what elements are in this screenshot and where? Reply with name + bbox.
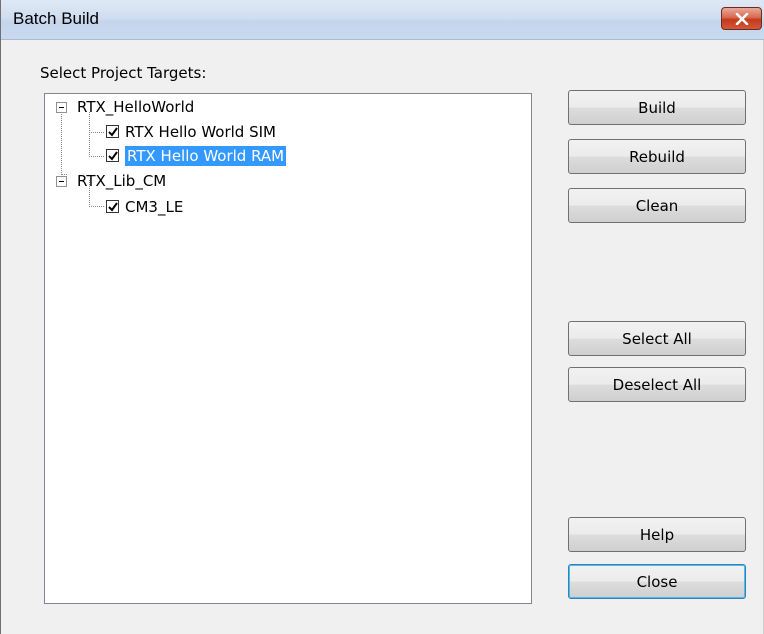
- target-checkbox-ram[interactable]: [106, 149, 119, 162]
- tree-connector: [89, 156, 104, 157]
- close-icon: [735, 12, 748, 25]
- checkmark-icon: [108, 151, 118, 161]
- select-targets-label: Select Project Targets:: [40, 64, 207, 82]
- title-bar[interactable]: Batch Build: [1, 0, 764, 40]
- collapse-toggle-icon[interactable]: [56, 102, 67, 113]
- select-all-button[interactable]: Select All: [568, 321, 746, 356]
- tree-item-rtx-hello-world-sim[interactable]: RTX Hello World SIM: [125, 122, 276, 142]
- checkmark-icon: [108, 127, 118, 137]
- tree-item-cm3-le[interactable]: CM3_LE: [125, 197, 183, 217]
- tree-item-rtx-hello-world-ram[interactable]: RTX Hello World RAM: [125, 146, 287, 166]
- close-button[interactable]: Close: [568, 564, 746, 599]
- deselect-all-button[interactable]: Deselect All: [568, 367, 746, 402]
- window-title: Batch Build: [13, 9, 99, 28]
- tree-item-rtx-helloworld[interactable]: RTX_HelloWorld: [77, 97, 194, 117]
- window-close-button[interactable]: [721, 7, 762, 30]
- rebuild-button[interactable]: Rebuild: [568, 139, 746, 174]
- tree-connector: [61, 111, 62, 175]
- batch-build-dialog: Batch Build Select Project Targets: RTX_…: [0, 0, 764, 634]
- tree-item-rtx-lib-cm[interactable]: RTX_Lib_CM: [77, 171, 166, 191]
- tree-connector: [89, 132, 104, 133]
- target-checkbox-sim[interactable]: [106, 125, 119, 138]
- clean-button[interactable]: Clean: [568, 188, 746, 223]
- checkmark-icon: [108, 202, 118, 212]
- collapse-toggle-icon[interactable]: [56, 176, 67, 187]
- tree-connector: [61, 174, 67, 175]
- build-button[interactable]: Build: [568, 90, 746, 125]
- help-button[interactable]: Help: [568, 517, 746, 552]
- project-targets-tree[interactable]: RTX_HelloWorld RTX Hello World SIM RTX H…: [44, 93, 532, 604]
- tree-connector: [89, 206, 104, 207]
- tree-connector: [89, 112, 90, 157]
- target-checkbox-cm3-le[interactable]: [106, 200, 119, 213]
